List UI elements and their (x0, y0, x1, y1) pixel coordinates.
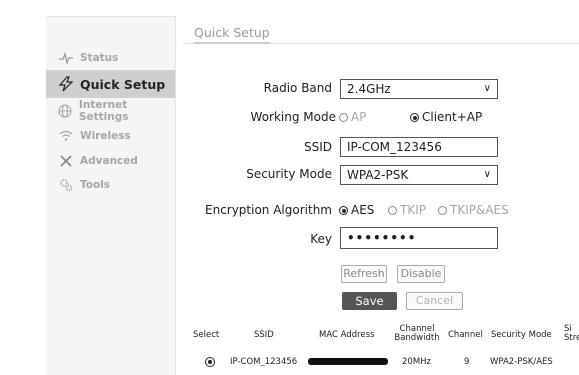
enc-tkip-label: TKIP (400, 203, 426, 217)
save-button-label: Save (355, 294, 384, 308)
mode-ap-radio[interactable]: AP (339, 110, 366, 124)
mode-client-ap-radio[interactable]: Client+AP (410, 110, 482, 124)
sidebar-item-label: Advanced (80, 154, 138, 167)
panel-title: Quick Setup (194, 25, 270, 40)
encryption-algorithm-label: Encryption Algorithm (204, 203, 332, 217)
enc-tkip-radio[interactable]: TKIP (388, 203, 426, 217)
radio-band-label: Radio Band (263, 81, 332, 95)
col-signal-line2: Stre (564, 333, 579, 343)
tools-cross-icon (56, 154, 76, 168)
chevron-down-icon: ∨ (483, 169, 491, 180)
radio-band-value: 2.4GHz (347, 82, 391, 96)
row-select-radio[interactable] (205, 357, 215, 367)
col-security-mode: Security Mode (491, 330, 552, 340)
row-bandwidth: 20MHz (402, 357, 432, 367)
refresh-button[interactable]: Refresh (341, 265, 387, 283)
disable-button[interactable]: Disable (397, 265, 445, 283)
radio-on-icon (410, 113, 419, 122)
radio-off-icon (438, 206, 447, 215)
enc-aes-radio[interactable]: AES (339, 203, 374, 217)
lightning-icon (56, 76, 76, 92)
sidebar-item-label: Status (80, 51, 119, 64)
col-channel-bandwidth: Channel Bandwidth (392, 325, 442, 343)
radio-off-icon (388, 206, 397, 215)
sidebar-item-tools[interactable]: Tools (46, 172, 175, 197)
gears-icon (56, 178, 76, 192)
sidebar-item-quick-setup[interactable]: Quick Setup (46, 70, 175, 98)
enc-tkip-aes-label: TKIP&AES (450, 203, 509, 217)
sidebar: Status Quick Setup Internet Settings Wir… (46, 16, 176, 375)
radio-on-icon (339, 206, 348, 215)
key-label: Key (310, 232, 332, 246)
sidebar-item-label: Tools (80, 178, 111, 191)
sidebar-item-advanced[interactable]: Advanced (46, 148, 175, 173)
col-mac: MAC Address (319, 330, 375, 340)
pulse-icon (56, 51, 76, 64)
sidebar-item-label: Internet Settings (78, 98, 129, 123)
sidebar-item-internet-settings[interactable]: Internet Settings (46, 98, 175, 123)
redacted-mac-address (308, 358, 388, 365)
radio-off-icon (339, 113, 348, 122)
chevron-down-icon: ∨ (483, 83, 491, 94)
sidebar-item-wireless[interactable]: Wireless (46, 123, 175, 148)
cancel-button[interactable]: Cancel (406, 292, 463, 310)
col-ssid: SSID (254, 330, 274, 340)
security-mode-value: WPA2-PSK (347, 168, 409, 182)
sidebar-item-status[interactable]: Status (46, 45, 175, 70)
col-channel-bandwidth-line2: Bandwidth (394, 333, 440, 343)
enc-tkip-aes-radio[interactable]: TKIP&AES (438, 203, 509, 217)
col-signal-strength: Si Stre (564, 325, 579, 343)
wifi-icon (56, 130, 76, 142)
key-input[interactable]: •••••••• (340, 227, 498, 249)
mode-client-ap-label: Client+AP (422, 110, 483, 124)
sidebar-item-label: Wireless (80, 129, 131, 142)
working-mode-label: Working Mode (250, 110, 336, 124)
panel-title-underline (194, 42, 270, 44)
sidebar-item-label: Quick Setup (80, 76, 166, 92)
col-channel: Channel (448, 330, 483, 340)
security-mode-label: Security Mode (246, 167, 332, 181)
ssid-label: SSID (303, 140, 332, 154)
row-ssid: IP-COM_123456 (230, 357, 298, 367)
ssid-input[interactable]: IP-COM_123456 (340, 137, 498, 157)
row-channel: 9 (464, 357, 470, 367)
save-button[interactable]: Save (342, 292, 397, 310)
globe-icon (56, 103, 75, 118)
enc-aes-label: AES (351, 203, 375, 217)
mode-ap-label: AP (351, 110, 367, 124)
row-security: WPA2-PSK/AES (490, 357, 553, 367)
radio-band-select[interactable]: 2.4GHz ∨ (340, 79, 498, 99)
col-select: Select (193, 330, 220, 340)
security-mode-select[interactable]: WPA2-PSK ∨ (340, 165, 498, 185)
